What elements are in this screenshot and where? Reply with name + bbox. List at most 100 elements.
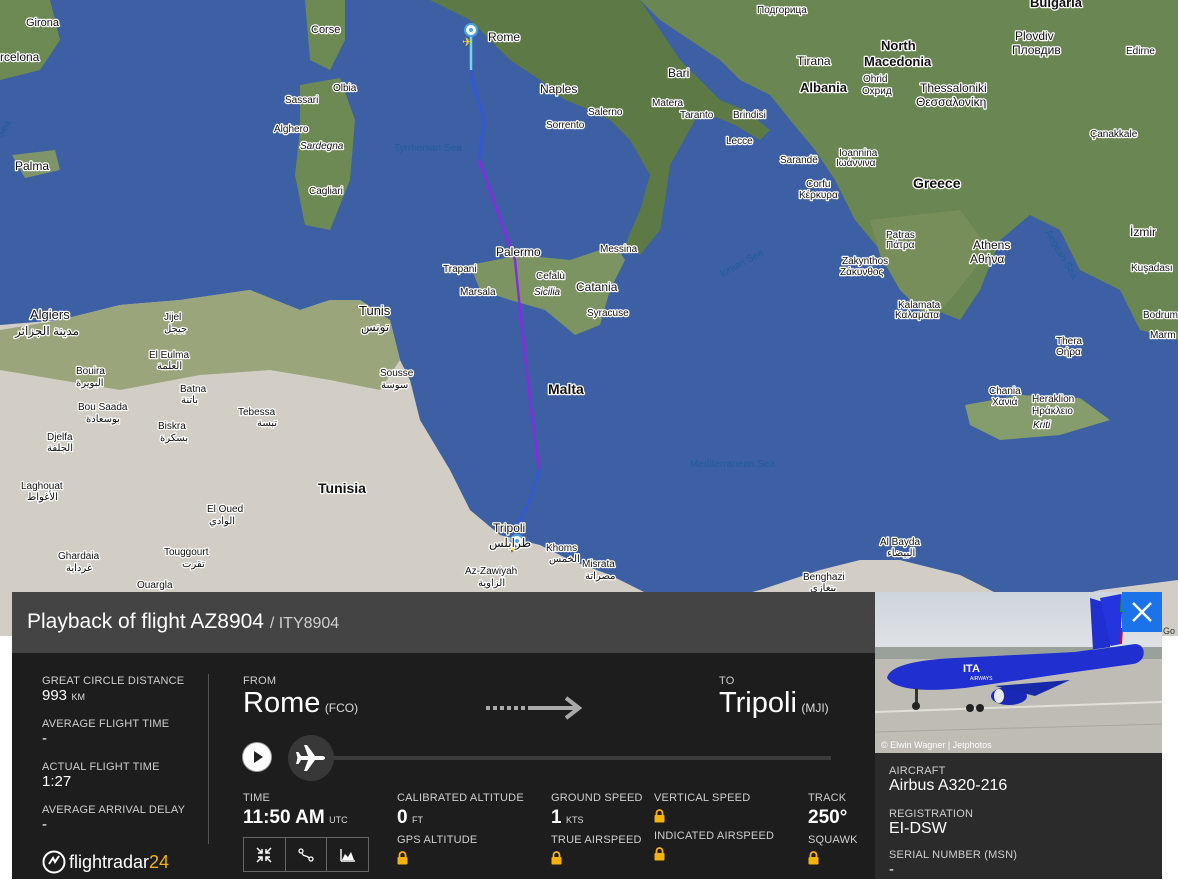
map-label: Bodrum <box>1143 310 1178 321</box>
map-label: Jijel <box>164 312 181 323</box>
map-label: Thessaloniki <box>920 81 987 95</box>
close-button[interactable] <box>1122 592 1162 632</box>
gps-altitude: GPS ALTITUDE <box>397 834 477 870</box>
map-label: Malta <box>548 381 584 397</box>
map-label: Biskra <box>158 421 186 432</box>
lock-icon <box>654 847 665 861</box>
map-label: Kriti <box>1033 420 1051 431</box>
route-icon <box>298 847 314 862</box>
map-controls <box>243 837 369 872</box>
map-label: Djelfa <box>47 432 73 443</box>
map-label: Olbia <box>333 83 357 94</box>
map-label: El Eulma <box>149 350 189 361</box>
serial-number: SERIAL NUMBER (MSN) - <box>889 849 1018 878</box>
map-label: Tirana <box>797 54 831 68</box>
map-label: البويرة <box>76 378 104 389</box>
map-label: Marsala <box>460 287 496 298</box>
map-label: Bulgaria <box>1030 0 1083 10</box>
map-label: Laghouat <box>21 481 63 492</box>
calibrated-altitude: CALIBRATED ALTITUDE 0 FT <box>397 792 524 828</box>
map-label: Heraklion <box>1032 394 1074 405</box>
map-label: باتنة <box>181 395 198 406</box>
map-label: El Oued <box>207 504 243 515</box>
play-button[interactable] <box>242 742 272 772</box>
map-label: غرداية <box>66 563 92 574</box>
airplane-icon <box>296 745 325 771</box>
map-label: Tunis <box>359 303 391 318</box>
map-label: Tripoli <box>493 521 525 535</box>
map-label: Corse <box>311 24 340 36</box>
panel-title: Playback of flight AZ8904 / ITY8904 <box>27 610 339 634</box>
graph-button[interactable] <box>327 838 368 871</box>
map-label: Marm <box>1150 330 1176 341</box>
map-label: Çanakkale <box>1090 129 1138 140</box>
map-label: Al Bayda <box>880 537 920 548</box>
map-label: الجلفة <box>47 443 73 454</box>
map-label: Cagliari <box>309 186 343 197</box>
map-label: البيضاء <box>887 548 915 559</box>
map-label: سوسة <box>381 380 408 391</box>
map-label: Sorrento <box>546 120 585 131</box>
map-label: Algiers <box>30 307 70 322</box>
map-label: Охрид <box>862 86 892 97</box>
lock-icon <box>654 809 665 823</box>
livery-text: ITA <box>963 663 980 675</box>
map-label: Cefalù <box>536 271 565 282</box>
map-label: Καλαμάτα <box>895 309 939 321</box>
map-label: بوسعادة <box>86 414 120 425</box>
close-icon <box>1132 602 1152 622</box>
vertical-speed: VERTICAL SPEED <box>654 792 750 828</box>
average-flight-time: AVERAGE FLIGHT TIME - <box>42 718 170 747</box>
time: TIME 11:50 AM UTC <box>243 792 348 828</box>
panel-header: Playback of flight AZ8904 / ITY8904 <box>12 592 875 653</box>
map-label: بسكرة <box>160 433 188 444</box>
actual-flight-time: ACTUAL FLIGHT TIME 1:27 <box>42 761 160 790</box>
map-label: Edirne <box>1126 46 1155 57</box>
map-label: Ohrid <box>863 74 887 85</box>
map-label: Salerno <box>588 107 623 118</box>
lock-icon <box>808 851 819 865</box>
map-label: rcelona <box>0 50 40 64</box>
map-label: Ghardaia <box>58 551 100 562</box>
aircraft-photo[interactable]: ITA AIRWAYS © Elwin Wagner | Jetphotos <box>875 592 1162 753</box>
map-label: Sarandë <box>780 155 818 166</box>
playback-timeline[interactable] <box>312 756 831 760</box>
photo-credit[interactable]: © Elwin Wagner | Jetphotos <box>881 740 992 750</box>
map-label: Palma <box>15 159 49 173</box>
map-label: Khoms <box>546 543 577 554</box>
map-label: Tunisia <box>318 480 366 496</box>
map-label: Bou Saada <box>78 402 128 413</box>
altitude-graph-icon <box>339 848 355 862</box>
map-label: Lecce <box>726 136 753 147</box>
map-label: Syracuse <box>587 308 629 319</box>
map-label: Thera <box>1056 336 1083 347</box>
map-label: Sassari <box>285 95 318 106</box>
map-label: تقرت <box>182 559 205 570</box>
map-label: تونس <box>361 320 389 334</box>
map-label: Sardegna <box>300 141 344 152</box>
ground-speed: GROUND SPEED 1 KTS <box>551 792 643 828</box>
map-label: Brindisi <box>733 110 766 121</box>
collapse-button[interactable] <box>244 838 286 871</box>
lock-icon <box>551 851 562 865</box>
playback-slider-handle[interactable] <box>288 735 334 781</box>
map-attribution: Go <box>1163 626 1176 636</box>
origin: FROM Rome (FCO) <box>243 675 359 719</box>
map-label: Catania <box>576 280 618 294</box>
map-label: Ζάκυνθος <box>840 266 883 278</box>
divider <box>208 674 209 844</box>
map-label: مدينة الجزائر <box>14 324 79 338</box>
flight-playback-panel: Playback of flight AZ8904 / ITY8904 GREA… <box>12 592 875 879</box>
map-label: Taranto <box>680 110 714 121</box>
map-label: الخمس <box>549 554 580 565</box>
map-label: Θήρα <box>1056 346 1081 358</box>
map-label: Matera <box>652 98 684 109</box>
map-label: مصراتة <box>585 571 615 582</box>
map-label: Trapani <box>443 264 477 275</box>
map-label: Touggourt <box>164 547 209 558</box>
map-label: Greece <box>913 175 961 191</box>
flightradar24-logo[interactable]: flightradar 24 <box>42 850 169 874</box>
flight-map[interactable]: ✈ Girona rcelona Corse Rome Bulgaria Plo… <box>0 0 1178 636</box>
map-label: Ouargla <box>137 580 173 591</box>
route-button[interactable] <box>286 838 328 871</box>
